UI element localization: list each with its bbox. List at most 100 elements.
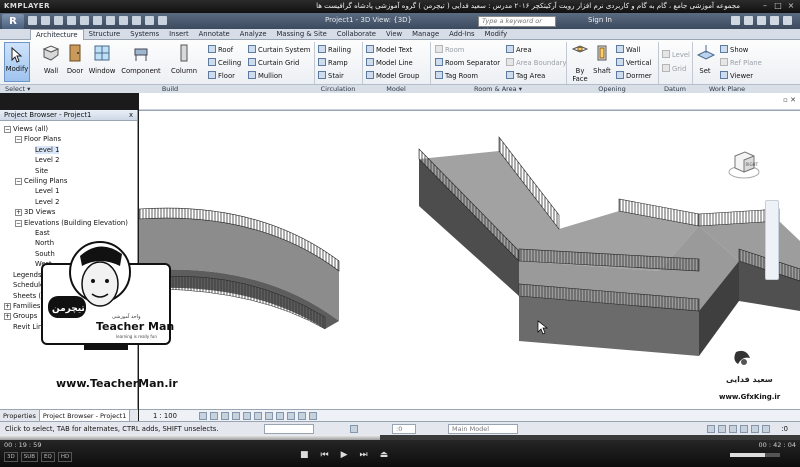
by-face-button[interactable]: By Face xyxy=(570,43,590,83)
render-icon[interactable] xyxy=(243,412,251,420)
filter-icon[interactable] xyxy=(762,425,770,433)
save-icon[interactable] xyxy=(41,16,50,25)
navigation-bar[interactable] xyxy=(765,200,779,280)
ceiling-button[interactable]: Ceiling xyxy=(208,58,241,68)
tree-node[interactable]: − Floor Plans xyxy=(4,134,137,144)
thin-lines-icon[interactable] xyxy=(145,16,154,25)
model-text-button[interactable]: Model Text xyxy=(366,45,412,55)
tab-properties[interactable]: Properties xyxy=(0,410,40,421)
redo-icon[interactable] xyxy=(67,16,76,25)
tree-node[interactable]: Level 1 xyxy=(4,186,137,196)
print-icon[interactable] xyxy=(80,16,89,25)
show-crop-icon[interactable] xyxy=(265,412,273,420)
exchange-icon[interactable] xyxy=(731,16,740,25)
show-work-plane-button[interactable]: Show xyxy=(720,45,748,55)
analytical-model-icon[interactable] xyxy=(309,412,317,420)
restore-icon[interactable] xyxy=(770,16,779,25)
unlock-3d-icon[interactable] xyxy=(276,412,284,420)
3d-view-icon[interactable] xyxy=(119,16,128,25)
select-links-icon[interactable] xyxy=(707,425,715,433)
tree-node[interactable]: +3D Views xyxy=(4,207,137,217)
component-button[interactable]: Component xyxy=(120,43,162,75)
viewer-button[interactable]: Viewer xyxy=(720,71,753,81)
window-button[interactable]: Window xyxy=(88,43,116,75)
tag-area-button[interactable]: Tag Area xyxy=(506,71,545,81)
visual-style-icon[interactable] xyxy=(210,412,218,420)
volume-slider[interactable] xyxy=(730,453,780,457)
close-icon[interactable]: x xyxy=(129,110,133,121)
tab-annotate[interactable]: Annotate xyxy=(194,29,235,39)
tab-systems[interactable]: Systems xyxy=(125,29,164,39)
tab-collaborate[interactable]: Collaborate xyxy=(332,29,381,39)
shaft-button[interactable]: Shaft xyxy=(592,43,612,75)
curtain-grid-button[interactable]: Curtain Grid xyxy=(248,58,299,68)
level-button[interactable]: Level xyxy=(662,50,690,60)
model-line-button[interactable]: Model Line xyxy=(366,58,413,68)
expand-toggle-icon[interactable]: + xyxy=(4,313,11,321)
undo-icon[interactable] xyxy=(54,16,63,25)
tab-manage[interactable]: Manage xyxy=(407,29,444,39)
expand-toggle-icon[interactable]: − xyxy=(4,126,11,133)
tree-node[interactable]: Level 2 xyxy=(4,197,137,207)
minimize-icon[interactable]: – xyxy=(760,1,770,11)
tree-node[interactable]: Site xyxy=(4,166,137,176)
column-button[interactable]: Column xyxy=(168,43,200,75)
shadows-icon[interactable] xyxy=(232,412,240,420)
main-model-select[interactable]: Main Model xyxy=(448,424,518,434)
stair-button[interactable]: Stair xyxy=(318,71,344,81)
seek-bar[interactable] xyxy=(0,435,800,440)
workset-field[interactable] xyxy=(264,424,314,434)
vertical-opening-button[interactable]: Vertical xyxy=(616,58,651,68)
door-button[interactable]: Door xyxy=(64,43,86,75)
open-icon[interactable] xyxy=(28,16,37,25)
crop-view-icon[interactable] xyxy=(254,412,262,420)
tree-node[interactable]: Level 2 xyxy=(4,155,137,165)
sign-in-button[interactable]: Sign In xyxy=(588,16,612,24)
viewcube-icon[interactable]: RIGHT xyxy=(727,148,761,182)
tab-project-browser[interactable]: Project Browser - Project1 xyxy=(39,410,131,421)
modify-button[interactable]: Modify xyxy=(4,42,30,82)
view-close-icon[interactable]: ▫ ✕ xyxy=(783,96,796,104)
eject-icon[interactable]: ⏏ xyxy=(380,450,389,460)
select-pinned-icon[interactable] xyxy=(729,425,737,433)
area-boundary-button[interactable]: Area Boundary xyxy=(506,58,567,68)
tag-icon[interactable] xyxy=(106,16,115,25)
section-icon[interactable] xyxy=(132,16,141,25)
help-icon[interactable] xyxy=(744,16,753,25)
roof-button[interactable]: Roof xyxy=(208,45,233,55)
tab-view[interactable]: View xyxy=(381,29,407,39)
tab-structure[interactable]: Structure xyxy=(84,29,126,39)
expand-toggle-icon[interactable]: − xyxy=(15,219,22,227)
room-button[interactable]: Room xyxy=(435,45,464,55)
set-work-plane-button[interactable]: Set xyxy=(696,43,716,75)
expand-toggle-icon[interactable]: + xyxy=(15,209,22,217)
tree-node[interactable]: − Ceiling Plans xyxy=(4,176,137,186)
player-badge[interactable]: HD xyxy=(57,452,73,462)
minimize-icon[interactable] xyxy=(757,16,766,25)
viewcube[interactable]: RIGHT xyxy=(727,148,761,184)
stop-icon[interactable]: ■ xyxy=(300,450,309,460)
select-by-face-icon[interactable] xyxy=(740,425,748,433)
tab-massing-site[interactable]: Massing & Site xyxy=(272,29,332,39)
expand-toggle-icon[interactable]: − xyxy=(15,178,22,186)
floor-button[interactable]: Floor xyxy=(208,71,235,81)
worksets-icon[interactable] xyxy=(350,425,358,433)
close-icon[interactable]: × xyxy=(786,1,796,11)
reveal-hidden-icon[interactable] xyxy=(298,412,306,420)
ref-plane-button[interactable]: Ref Plane xyxy=(720,58,762,68)
railing-button[interactable]: Railing xyxy=(318,45,351,55)
sun-path-icon[interactable] xyxy=(221,412,229,420)
room-separator-button[interactable]: Room Separator xyxy=(435,58,500,68)
area-button[interactable]: Area xyxy=(506,45,532,55)
play-icon[interactable]: ▶ xyxy=(341,450,348,460)
help-search-input[interactable]: Type a keyword or phrase xyxy=(478,16,556,34)
drag-elements-icon[interactable] xyxy=(751,425,759,433)
expand-toggle-icon[interactable]: − xyxy=(15,136,22,144)
tab-analyze[interactable]: Analyze xyxy=(235,29,272,39)
3d-model-view[interactable] xyxy=(139,111,800,409)
previous-icon[interactable]: ⏮ xyxy=(321,450,329,460)
select-underlay-icon[interactable] xyxy=(718,425,726,433)
player-badge[interactable]: EQ xyxy=(41,452,55,462)
curtain-system-button[interactable]: Curtain System xyxy=(248,45,310,55)
maximize-icon[interactable]: □ xyxy=(773,1,783,11)
